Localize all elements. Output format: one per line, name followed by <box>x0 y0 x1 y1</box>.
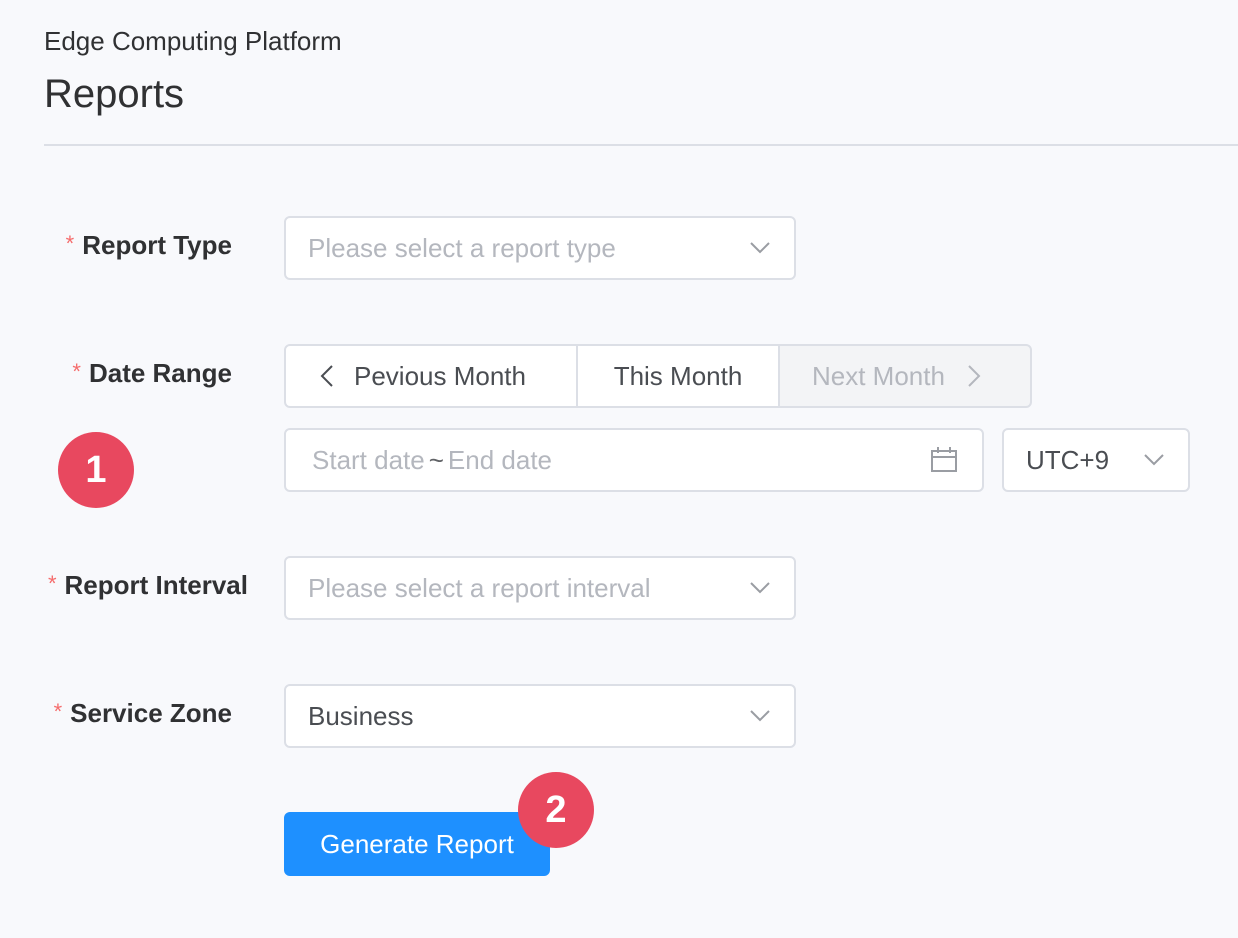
chevron-down-icon <box>748 704 772 728</box>
end-date-input[interactable]: End date <box>448 445 930 476</box>
this-month-label: This Month <box>613 360 743 391</box>
breadcrumb: Edge Computing Platform <box>44 26 342 56</box>
required-mark: * <box>53 699 63 724</box>
required-mark: * <box>72 359 81 384</box>
report-type-label-text: Report Type <box>82 230 232 260</box>
page-title: Reports <box>44 72 185 116</box>
timezone-value: UTC+9 <box>1026 444 1110 475</box>
previous-month-button[interactable]: Pevious Month <box>284 344 578 408</box>
month-shortcut-group: Pevious Month This Month Next Month <box>284 344 1032 408</box>
report-interval-label-text: Report Interval <box>64 570 249 600</box>
date-range-label-text: Date Range <box>88 358 232 388</box>
chevron-right-icon <box>967 364 981 388</box>
header-divider <box>44 144 1238 146</box>
report-type-placeholder: Please select a report type <box>308 232 616 263</box>
report-interval-select[interactable]: Please select a report interval <box>284 556 796 620</box>
this-month-button[interactable]: This Month <box>576 344 780 408</box>
service-zone-label: * Service Zone <box>54 698 232 729</box>
report-type-label: * Report Type <box>66 230 232 261</box>
step-badge-1: 1 <box>58 432 134 508</box>
report-interval-placeholder: Please select a report interval <box>308 572 651 603</box>
previous-month-label: Pevious Month <box>354 360 526 391</box>
date-range-picker[interactable]: Start date ~ End date <box>284 428 984 492</box>
required-mark: * <box>65 231 75 256</box>
service-zone-select[interactable]: Business <box>284 684 796 748</box>
chevron-down-icon <box>748 236 772 260</box>
generate-report-button[interactable]: Generate Report <box>284 812 550 876</box>
required-mark: * <box>47 571 57 596</box>
start-date-input[interactable]: Start date <box>312 445 425 476</box>
next-month-label: Next Month <box>812 360 945 391</box>
date-range-label: * Date Range <box>72 358 232 389</box>
report-interval-label: * Report Interval <box>48 570 248 601</box>
service-zone-label-text: Service Zone <box>70 698 232 728</box>
chevron-down-icon <box>748 576 772 600</box>
chevron-left-icon <box>320 364 334 388</box>
report-type-select[interactable]: Please select a report type <box>284 216 796 280</box>
next-month-button[interactable]: Next Month <box>778 344 1032 408</box>
service-zone-value: Business <box>308 700 414 731</box>
chevron-down-icon <box>1142 448 1166 472</box>
step-badge-2: 2 <box>518 772 594 848</box>
date-separator: ~ <box>428 444 444 475</box>
timezone-select[interactable]: UTC+9 <box>1002 428 1190 492</box>
calendar-icon <box>930 446 958 474</box>
